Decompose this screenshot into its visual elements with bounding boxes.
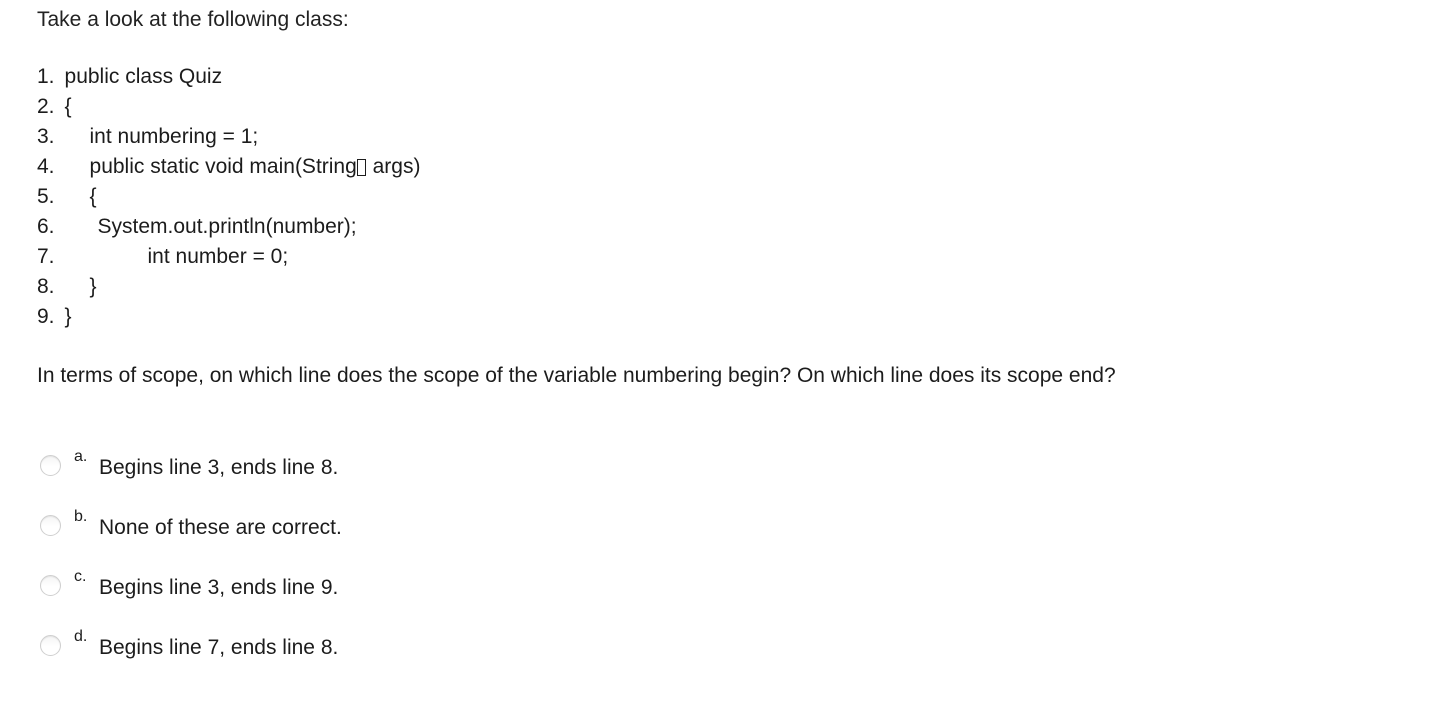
code-line-number: 1. — [37, 65, 55, 88]
code-line-text: public class Quiz — [64, 65, 223, 88]
intro-text: Take a look at the following class: — [37, 8, 349, 31]
question-prompt: In terms of scope, on which line does th… — [37, 364, 1116, 387]
code-line: 7. int number = 0; — [37, 242, 420, 272]
code-line-number: 8. — [37, 275, 55, 298]
question-page: Take a look at the following class: 1. pu… — [0, 0, 1430, 712]
code-line-number: 3. — [37, 125, 55, 148]
code-line: 6. System.out.println(number); — [37, 212, 420, 242]
code-line-text: int number = 0; — [147, 245, 289, 268]
code-line: 1. public class Quiz — [37, 62, 420, 92]
answer-option-d[interactable]: d. Begins line 7, ends line 8. — [40, 628, 840, 688]
code-line-number: 7. — [37, 245, 55, 268]
code-line: 8.} — [37, 272, 420, 302]
code-line-text: public static void main(String — [89, 155, 357, 178]
code-line-number: 4. — [37, 155, 55, 178]
code-line-number: 5. — [37, 185, 55, 208]
code-line-number: 9. — [37, 305, 55, 328]
code-line-number: 6. — [37, 215, 55, 238]
code-line: 3. int numbering = 1; — [37, 122, 420, 152]
code-line: 5. { — [37, 182, 420, 212]
missing-glyph-icon — [356, 159, 366, 176]
answer-option-text[interactable]: None of these are correct. — [99, 508, 342, 538]
code-line: 4. public static void main(String args) — [37, 152, 420, 182]
answer-option-text[interactable]: Begins line 3, ends line 8. — [99, 448, 338, 478]
code-line-text: } — [64, 305, 72, 328]
code-line-text: { — [89, 185, 97, 208]
radio-button-icon[interactable] — [40, 635, 61, 656]
answer-option-c[interactable]: c. Begins line 3, ends line 9. — [40, 568, 840, 628]
code-line-text: } — [89, 275, 97, 298]
code-line-text: int numbering = 1; — [89, 125, 259, 148]
code-line-text-tail: args) — [366, 155, 421, 178]
radio-button-icon[interactable] — [40, 575, 61, 596]
answer-option-text[interactable]: Begins line 7, ends line 8. — [99, 628, 338, 658]
code-line-text: System.out.println(number); — [97, 215, 357, 238]
answer-options-list: a. Begins line 3, ends line 8. b. None of t… — [40, 448, 840, 688]
answer-option-text[interactable]: Begins line 3, ends line 9. — [99, 568, 338, 598]
code-listing: 1. public class Quiz 2. {3. int numbering = … — [37, 62, 420, 332]
answer-option-a[interactable]: a. Begins line 3, ends line 8. — [40, 448, 840, 508]
radio-button-icon[interactable] — [40, 455, 61, 476]
code-line-text: { — [64, 95, 72, 118]
answer-option-b[interactable]: b. None of these are correct. — [40, 508, 840, 568]
code-line-number: 2. — [37, 95, 55, 118]
radio-button-icon[interactable] — [40, 515, 61, 536]
code-line: 9.} — [37, 302, 420, 332]
code-line: 2. { — [37, 92, 420, 122]
